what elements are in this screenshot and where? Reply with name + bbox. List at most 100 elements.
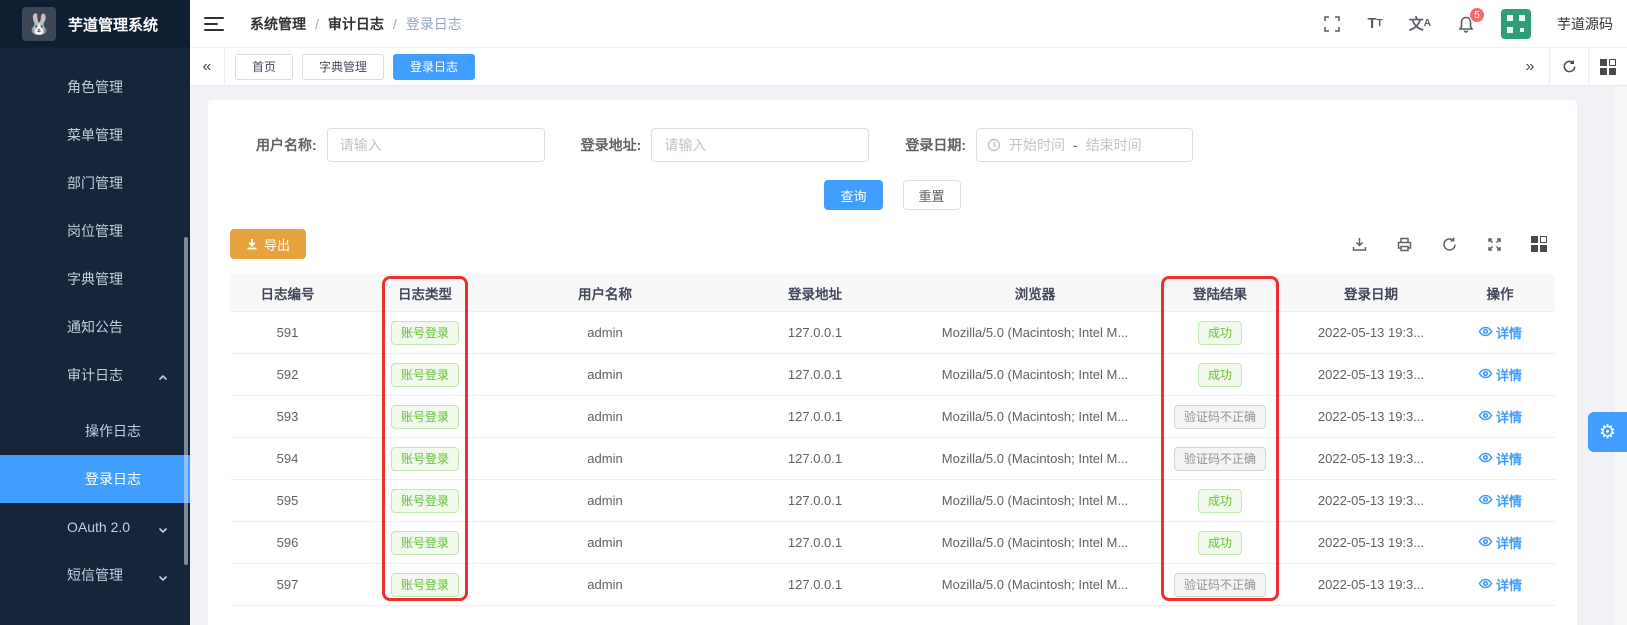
- chevron-down-icon: [158, 522, 168, 532]
- sidebar-item-通知公告[interactable]: 通知公告: [0, 303, 190, 351]
- sidebar-item-字典管理[interactable]: 字典管理: [0, 255, 190, 303]
- browser-cell: Mozilla/5.0 (Macintosh; Intel M...: [942, 409, 1128, 424]
- detail-link[interactable]: 详情: [1478, 407, 1522, 426]
- address-input[interactable]: [651, 128, 869, 162]
- app-title: 芋道管理系统: [68, 14, 158, 35]
- table-body: 591账号登录admin127.0.0.1Mozilla/5.0 (Macint…: [230, 312, 1555, 606]
- column-header-用户名称: 用户名称: [505, 274, 705, 311]
- sidebar-item-操作日志[interactable]: 操作日志: [0, 407, 190, 455]
- eye-icon: [1478, 450, 1493, 468]
- sidebar-item-label: 审计日志: [0, 365, 123, 385]
- tab-登录日志[interactable]: 登录日志: [393, 54, 475, 80]
- sidebar-item-部门管理[interactable]: 部门管理: [0, 159, 190, 207]
- username-input[interactable]: [327, 128, 545, 162]
- sidebar-scrollbar-thumb[interactable]: [184, 237, 188, 565]
- notification-bell-icon[interactable]: 5: [1457, 15, 1475, 33]
- fullscreen-icon[interactable]: [1323, 15, 1341, 33]
- login-date-cell: 2022-05-13 19:3...: [1318, 493, 1424, 508]
- login-log-table: 日志编号日志类型用户名称登录地址浏览器登陆结果登录日期操作 591账号登录adm…: [230, 274, 1555, 606]
- address-label: 登录地址:: [581, 135, 642, 155]
- log-id: 597: [277, 577, 299, 592]
- date-separator: -: [1073, 137, 1078, 153]
- sidebar-item-OAuth 2.0[interactable]: OAuth 2.0: [0, 503, 190, 551]
- filter-form: 用户名称: 登录地址: 登录日期: 开始时间 - 结束时间: [230, 128, 1555, 162]
- column-header-登录地址: 登录地址: [705, 274, 925, 311]
- log-id: 596: [277, 535, 299, 550]
- breadcrumb-item[interactable]: 系统管理: [250, 14, 306, 34]
- sidebar: 🐰 芋道管理系统 角色管理菜单管理部门管理岗位管理字典管理通知公告审计日志操作日…: [0, 0, 190, 625]
- language-icon[interactable]: 文A: [1409, 13, 1431, 34]
- browser-cell: Mozilla/5.0 (Macintosh; Intel M...: [942, 577, 1128, 592]
- tab-首页[interactable]: 首页: [235, 54, 293, 80]
- table-row: 597账号登录admin127.0.0.1Mozilla/5.0 (Macint…: [230, 564, 1555, 606]
- detail-link[interactable]: 详情: [1478, 491, 1522, 510]
- sidebar-item-label: 菜单管理: [0, 125, 123, 145]
- tab-options-grid-icon[interactable]: [1589, 48, 1627, 86]
- login-date-cell: 2022-05-13 19:3...: [1318, 409, 1424, 424]
- sidebar-item-label: 角色管理: [0, 77, 123, 97]
- export-button[interactable]: 导出: [230, 229, 306, 259]
- page-scrollbar[interactable]: [1612, 86, 1627, 625]
- login-result-tag: 成功: [1198, 531, 1242, 555]
- sidebar-item-登录日志[interactable]: 登录日志: [0, 455, 190, 503]
- login-date-cell: 2022-05-13 19:3...: [1318, 535, 1424, 550]
- login-address-cell: 127.0.0.1: [788, 367, 842, 382]
- sidebar-item-label: 操作日志: [0, 421, 141, 441]
- sidebar-item-label: OAuth 2.0: [0, 519, 130, 535]
- login-result-tag: 成功: [1198, 321, 1242, 345]
- detail-link[interactable]: 详情: [1478, 365, 1522, 384]
- detail-link[interactable]: 详情: [1478, 449, 1522, 468]
- table-row: 592账号登录admin127.0.0.1Mozilla/5.0 (Macint…: [230, 354, 1555, 396]
- login-date-cell: 2022-05-13 19:3...: [1318, 367, 1424, 382]
- tabs-scroll-left-icon[interactable]: «: [190, 58, 224, 76]
- sidebar-item-短信管理[interactable]: 短信管理: [0, 551, 190, 599]
- download-icon: [246, 238, 258, 250]
- column-header-浏览器: 浏览器: [925, 274, 1145, 311]
- reset-button[interactable]: 重置: [903, 180, 961, 210]
- sidebar-item-角色管理[interactable]: 角色管理: [0, 63, 190, 111]
- sidebar-item-审计日志[interactable]: 审计日志: [0, 351, 190, 399]
- tab-bar: « 首页字典管理登录日志 »: [190, 48, 1627, 86]
- top-header: 系统管理/审计日志/登录日志 TT 文A 5 芋道源码: [190, 0, 1627, 48]
- table-row: 594账号登录admin127.0.0.1Mozilla/5.0 (Macint…: [230, 438, 1555, 480]
- sidebar-item-菜单管理[interactable]: 菜单管理: [0, 111, 190, 159]
- browser-cell: Mozilla/5.0 (Macintosh; Intel M...: [942, 325, 1128, 340]
- sidebar-item-岗位管理[interactable]: 岗位管理: [0, 207, 190, 255]
- sidebar-item-label: 部门管理: [0, 173, 123, 193]
- browser-cell: Mozilla/5.0 (Macintosh; Intel M...: [942, 493, 1128, 508]
- breadcrumb-item[interactable]: 审计日志: [328, 14, 384, 34]
- search-button[interactable]: 查询: [824, 180, 882, 210]
- log-type-tag: 账号登录: [391, 447, 459, 471]
- clock-icon: [987, 138, 1001, 152]
- table-row: 596账号登录admin127.0.0.1Mozilla/5.0 (Macint…: [230, 522, 1555, 564]
- tab-字典管理[interactable]: 字典管理: [302, 54, 384, 80]
- eye-icon: [1478, 534, 1493, 552]
- detail-link[interactable]: 详情: [1478, 533, 1522, 552]
- theme-settings-button[interactable]: ⚙: [1588, 412, 1627, 452]
- font-size-icon[interactable]: TT: [1367, 15, 1382, 32]
- user-name-cell: admin: [587, 367, 622, 382]
- user-avatar[interactable]: [1501, 9, 1531, 39]
- detail-link[interactable]: 详情: [1478, 575, 1522, 594]
- date-range-picker[interactable]: 开始时间 - 结束时间: [976, 128, 1193, 162]
- detail-link[interactable]: 详情: [1478, 323, 1522, 342]
- login-result-tag: 验证码不正确: [1174, 405, 1266, 429]
- tabs-scroll-right-icon[interactable]: »: [1511, 48, 1549, 86]
- column-settings-grid-icon[interactable]: [1531, 236, 1547, 252]
- breadcrumb: 系统管理/审计日志/登录日志: [250, 14, 462, 34]
- browser-cell: Mozilla/5.0 (Macintosh; Intel M...: [942, 367, 1128, 382]
- log-type-tag: 账号登录: [391, 321, 459, 345]
- breadcrumb-separator: /: [393, 16, 397, 32]
- download-table-icon[interactable]: [1351, 236, 1368, 253]
- user-name-cell: admin: [587, 409, 622, 424]
- sidebar-item-label: 通知公告: [0, 317, 123, 337]
- user-name[interactable]: 芋道源码: [1557, 14, 1613, 34]
- user-name-cell: admin: [587, 325, 622, 340]
- print-icon[interactable]: [1396, 236, 1413, 253]
- refresh-icon[interactable]: [1441, 236, 1458, 253]
- content-card: 用户名称: 登录地址: 登录日期: 开始时间 - 结束时间: [208, 100, 1577, 625]
- tab-refresh-icon[interactable]: [1550, 48, 1588, 86]
- menu-fold-icon[interactable]: [204, 13, 224, 35]
- tab-bar-controls: »: [1511, 48, 1627, 86]
- fullscreen-table-icon[interactable]: [1486, 236, 1503, 253]
